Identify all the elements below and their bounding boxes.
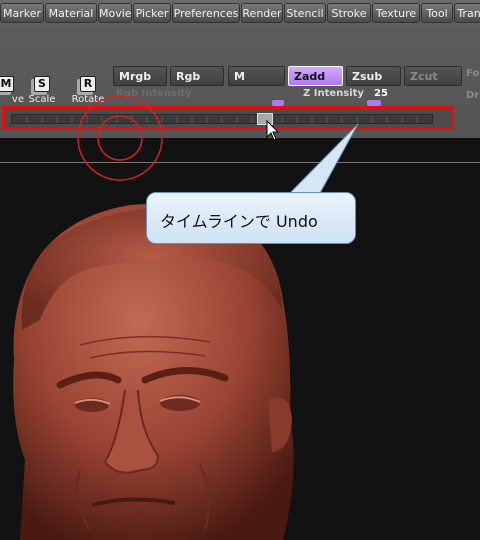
timeline-track[interactable] bbox=[11, 114, 433, 124]
menu-bar: Marker Material Movie Picker Preferences… bbox=[0, 3, 480, 25]
menu-marker[interactable]: Marker bbox=[0, 3, 44, 23]
menu-stroke[interactable]: Stroke bbox=[327, 3, 371, 23]
menu-tool[interactable]: Tool bbox=[421, 3, 453, 23]
menu-render[interactable]: Render bbox=[241, 3, 283, 23]
scale-label: Scale bbox=[28, 94, 56, 105]
rgb-button[interactable]: Rgb bbox=[170, 66, 224, 86]
menu-material[interactable]: Material bbox=[45, 3, 97, 23]
rotate-button[interactable]: R Rotate bbox=[68, 72, 108, 105]
timeline-knob[interactable] bbox=[257, 113, 273, 125]
zsub-button[interactable]: Zsub bbox=[346, 66, 401, 86]
menu-texture[interactable]: Texture bbox=[372, 3, 420, 23]
menu-preferences[interactable]: Preferences bbox=[172, 3, 240, 23]
zcut-button[interactable]: Zcut bbox=[404, 66, 462, 86]
zbrush-ui-panel: Marker Material Movie Picker Preferences… bbox=[0, 0, 480, 138]
scale-button[interactable]: S Scale bbox=[22, 72, 62, 105]
rotate-icon: R bbox=[80, 76, 96, 92]
mrgb-button[interactable]: Mrgb bbox=[113, 66, 167, 86]
timeline-highlight bbox=[2, 106, 454, 130]
zadd-button[interactable]: Zadd bbox=[288, 66, 343, 86]
m-button[interactable]: M bbox=[228, 66, 285, 86]
rgb-intensity-label: Rgb Intensity bbox=[116, 88, 192, 99]
menu-stencil[interactable]: Stencil bbox=[284, 3, 326, 23]
menu-transform[interactable]: Tran bbox=[454, 3, 480, 23]
scale-icon: S bbox=[34, 76, 50, 92]
canvas-divider bbox=[0, 162, 480, 163]
side-label-bottom: Dr bbox=[466, 90, 480, 101]
move-icon: M bbox=[0, 76, 14, 92]
timeline-ticks bbox=[26, 115, 418, 123]
z-intensity-value: 25 bbox=[374, 88, 388, 99]
menu-movie[interactable]: Movie bbox=[98, 3, 132, 23]
menu-picker[interactable]: Picker bbox=[133, 3, 171, 23]
z-intensity-label: Z Intensity bbox=[303, 88, 364, 99]
side-label-top: Fo bbox=[466, 68, 480, 79]
rotate-label: Rotate bbox=[71, 94, 105, 105]
callout-text: タイムラインで Undo bbox=[160, 212, 318, 231]
